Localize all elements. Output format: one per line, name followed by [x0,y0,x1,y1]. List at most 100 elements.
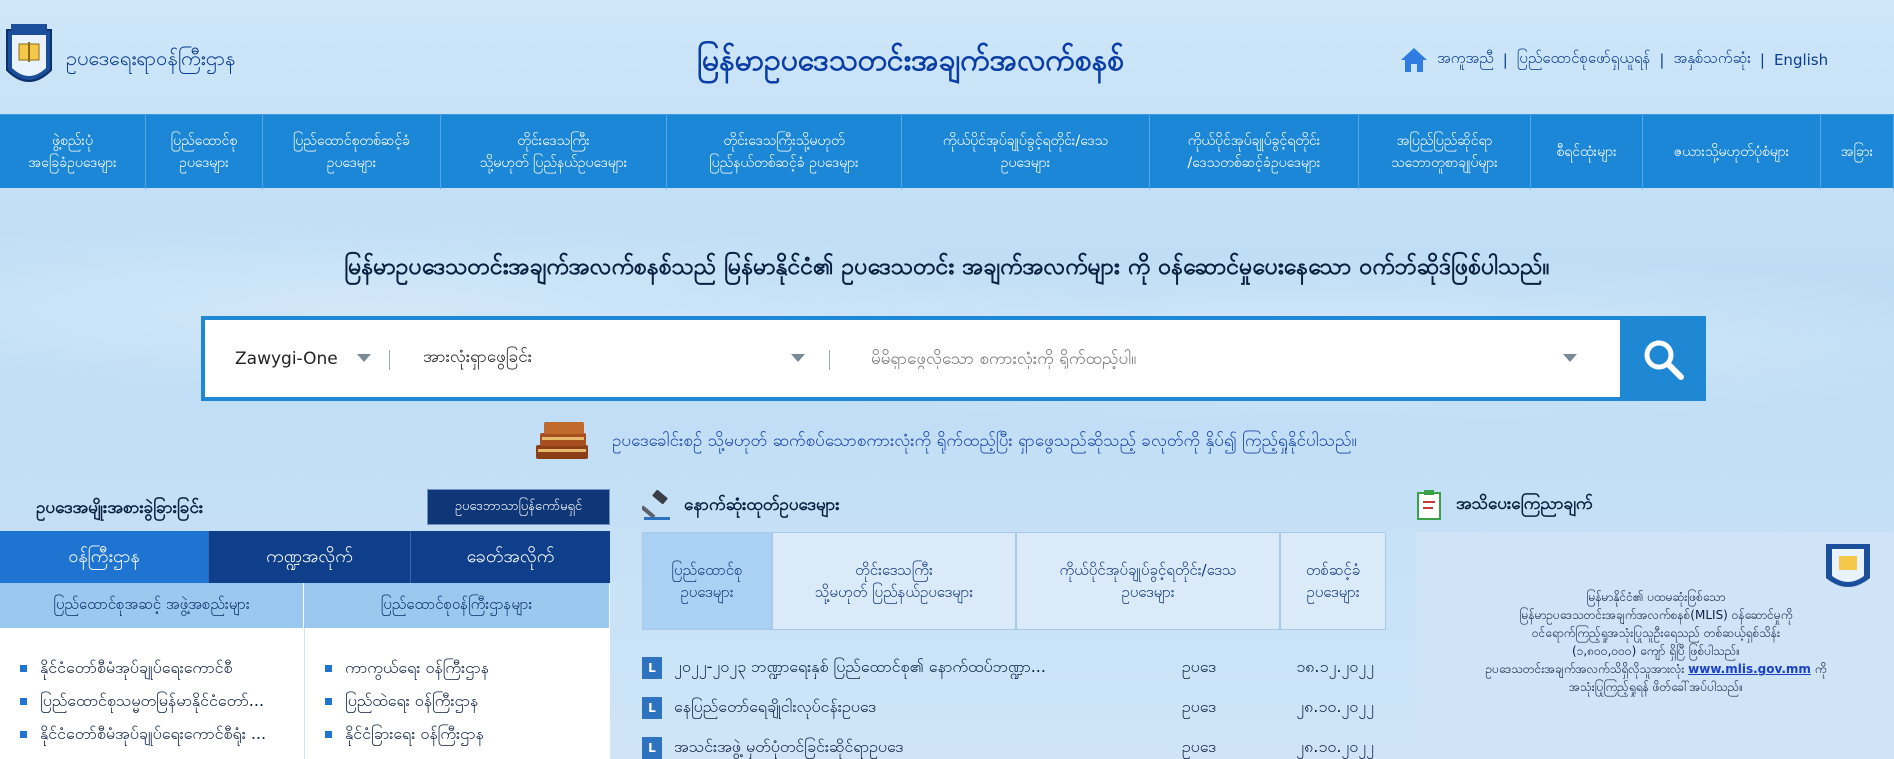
site-name[interactable]: ဥပဒေရေးရာဝန်ကြီးဌာန [66,45,235,75]
divider: | [1659,51,1665,69]
tab-region-laws[interactable]: တိုင်းဒေသကြီး သို့မဟုတ် ပြည်နယ်ဥပဒေများ [772,532,1016,630]
law-type: ဥပဒေ [1181,697,1217,716]
nav-item-label: ပြည်ထောင်စုတစ်ဆင့်ခံ ဥပဒေများ [292,133,411,171]
ministry-logo-icon[interactable] [3,22,55,94]
tab-label: ကိုယ်ပိုင်အုပ်ချုပ်ခွင့်ရတိုင်း/ဒေသ ဥပဒေ… [1059,561,1237,601]
main-nav: ဖွဲ့စည်းပုံ အခြေခံဥပဒေများ ပြည်ထောင်စု ဥ… [0,114,1894,189]
divider [829,350,830,370]
notice-line: မြန်မာဥပဒေသတင်းအချက်အလက်စနစ်(MLIS) ဝန်ဆေ… [1519,608,1793,622]
list-item[interactable]: နိုင်ငံတော်စီမံအုပ်ချုပ်ရေးကောင်စီရုံး .… [20,718,304,751]
list-item[interactable]: ပြည်ထောင်စုသမ္မတမြန်မာနိုင်ငံတော်... [20,685,304,718]
union-level-list: နိုင်ငံတော်စီမံအုပ်ချုပ်ရေးကောင်စီ ပြည်ထ… [0,628,305,759]
law-document-icon: L [642,697,662,719]
mlis-link[interactable]: www.mlis.gov.mm [1688,662,1811,676]
category-lists: နိုင်ငံတော်စီမံအုပ်ချုပ်ရေးကောင်စီ ပြည်ထ… [0,628,610,759]
list-item-label: ပြည်ထဲရေး ဝန်ကြီးဌာန [345,690,479,710]
site-header: ဥပဒေရေးရာဝန်ကြီးဌာန မြန်မာဥပဒေသတင်းအချက်… [0,0,1894,114]
chevron-down-icon [357,354,371,362]
nav-item[interactable]: တိုင်းဒေသကြီးသို့မဟုတ် ပြည်နယ်တစ်ဆင့်ခံ … [667,115,902,189]
translation-commission-button[interactable]: ဥပဒေဘာသာပြန်ကော်မရှင် [427,489,610,525]
tab-self-admin-laws[interactable]: ကိုယ်ပိုင်အုပ်ချုပ်ခွင့်ရတိုင်း/ဒေသ ဥပဒေ… [1016,532,1280,630]
notepad-icon [1417,490,1441,520]
nav-item-label: အပြည်ပြည်ဆိုင်ရာ သဘောတူစာချုပ်များ [1391,133,1498,171]
nav-item[interactable]: ဖွဲ့စည်းပုံ အခြေခံဥပဒေများ [0,115,146,189]
latest-laws-list: L ၂၀၂၂-၂၀၂၃ ဘဏ္ဍာရေးနှစ် ပြည်ထောင်စု၏ နေ… [642,648,1386,759]
table-row[interactable]: L ၂၀၂၂-၂၀၂၃ ဘဏ္ဍာရေးနှစ် ပြည်ထောင်စု၏ နေ… [642,648,1386,688]
scope-select[interactable]: အားလုံးရှာဖွေခြင်း [389,320,830,397]
help-link[interactable]: အကူအညီ [1437,49,1494,71]
law-title[interactable]: နေပြည်တော်ရေချိုငါးလုပ်ငန်းဥပဒေ [674,696,1124,720]
list-item[interactable]: နိုင်ငံတော်စီမံအုပ်ချုပ်ရေးကောင်စီ [20,652,304,685]
table-row[interactable]: L အသင်းအဖွဲ့ မှတ်ပုံတင်ခြင်းဆိုင်ရာဥပဒေ … [642,728,1386,759]
site-tagline: မြန်မာဥပဒေသတင်းအချက်အလက်စနစ်သည် မြန်မာနိ… [344,254,1550,280]
nav-item[interactable]: ပြည်ထောင်စု ဥပဒေများ [146,115,263,189]
nav-item[interactable]: ဇယားသို့မဟုတ်ပုံစံများ [1643,115,1821,189]
bullet-icon [325,698,332,705]
latest-laws-tabs: ပြည်ထောင်စု ဥပဒေများ တိုင်းဒေသကြီး သို့မ… [642,532,1386,630]
nav-item-label: ဇယားသို့မဟုတ်ပုံစံများ [1673,144,1790,160]
law-type: ဥပဒေ [1181,657,1217,676]
bullet-icon [325,665,332,672]
list-item-label: ပြည်ထောင်စုသမ္မတမြန်မာနိုင်ငံတော်... [40,690,265,710]
latest-laws-heading: နောက်ဆုံးထုတ်ဥပဒေများ [642,490,840,522]
home-icon[interactable] [1399,46,1429,74]
nav-item-label: စီရင်ထုံးများ [1556,144,1617,160]
tab-ministry[interactable]: ဝန်ကြီးဌာန [0,531,208,583]
list-item-label: နိုင်ငံတော်စီမံအုပ်ချုပ်ရေးကောင်စီ [40,657,233,677]
list-item[interactable]: ပြည်ထဲရေး ဝန်ကြီးဌာန [325,685,610,718]
nav-item-label: ပြည်ထောင်စု ဥပဒေများ [170,133,238,171]
chevron-down-icon[interactable] [1563,354,1577,362]
nav-item[interactable]: စီရင်ထုံးများ [1531,115,1643,189]
notice-link-suffix: ကို [1814,662,1827,676]
announcement-panel: မြန်မာနိုင်ငံ၏ ပထမဆုံးဖြစ်သော မြန်မာဥပဒေ… [1416,532,1894,759]
law-title[interactable]: ၂၀၂၂-၂၀၂၃ ဘဏ္ဍာရေးနှစ် ပြည်ထောင်စု၏ နောက… [674,656,1124,680]
page-title: မြန်မာဥပဒေသတင်းအချက်အလက်စနစ် [697,43,1124,78]
nav-item-label: ကိုယ်ပိုင်အုပ်ချုပ်ခွင့်ရတိုင်း/ဒေသ ဥပဒေ… [942,133,1109,171]
language-link[interactable]: English [1774,51,1828,69]
font-select-value: Zawygi-One [235,348,338,369]
law-title[interactable]: အသင်းအဖွဲ့ မှတ်ပုံတင်ခြင်းဆိုင်ရာဥပဒေ [674,736,1124,759]
law-date: ၁၈.၁၂.၂၀၂၂ [1296,657,1374,676]
tab-label: တစ်ဆင့်ခံ ဥပဒေများ [1305,561,1361,601]
tab-union-laws[interactable]: ပြည်ထောင်စု ဥပဒေများ [642,532,772,630]
list-item[interactable]: နိုင်ငံခြားရေး ဝန်ကြီးဌာန [325,718,610,751]
announcement-title: အသိပေးကြေညာချက် [1456,493,1593,514]
nav-item[interactable]: ပြည်ထောင်စုတစ်ဆင့်ခံ ဥပဒေများ [263,115,441,189]
table-row[interactable]: L နေပြည်တော်ရေချိုငါးလုပ်ငန်းဥပဒေ ဥပဒေ ၂… [642,688,1386,728]
divider: | [1502,51,1508,69]
nav-item[interactable]: အခြား [1821,115,1894,189]
nav-item-label: ကိုယ်ပိုင်အုပ်ချုပ်ခွင့်ရတိုင်း /ဒေသတစ်ဆ… [1187,133,1321,171]
bullet-icon [20,698,27,705]
font-select[interactable]: Zawygi-One [205,320,390,397]
nav-item[interactable]: တိုင်းဒေသကြီး သို့မဟုတ် ပြည်နယ်ဥပဒေများ [441,115,667,189]
nav-item[interactable]: ကိုယ်ပိုင်အုပ်ချုပ်ခွင့်ရတိုင်း/ဒေသ ဥပဒေ… [902,115,1150,189]
announcement-heading: အသိပေးကြေညာချက် [1416,490,1593,520]
tab-era[interactable]: ခေတ်အလိုက် [410,531,610,583]
nav-item[interactable]: ကိုယ်ပိုင်အုပ်ချုပ်ခွင့်ရတိုင်း /ဒေသတစ်ဆ… [1150,115,1359,189]
notice-line: ဝင်ရောက်ကြည့်ရှုအသုံးပြုသူဦးရေသည် တစ်ဆယ့… [1531,626,1781,640]
search-icon [1644,340,1684,380]
search-input[interactable] [871,348,1551,369]
nav-item[interactable]: အပြည်ပြည်ဆိုင်ရာ သဘောတူစာချုပ်များ [1359,115,1531,189]
list-item[interactable]: ကာကွယ်ရေး ဝန်ကြီးဌာန [325,652,610,685]
law-date: ၂၈.၁၀.၂၀၂၂ [1296,737,1374,756]
search-button[interactable] [1620,316,1706,401]
announcement-text: မြန်မာနိုင်ငံ၏ ပထမဆုံးဖြစ်သော မြန်မာဥပဒေ… [1436,588,1876,696]
union-ministries-header[interactable]: ပြည်ထောင်စုဝန်ကြီးဌာနများ [304,583,610,628]
feedback-link[interactable]: ပြည်ထောင်စုဖော်ရှယူရန် [1517,49,1651,71]
chevron-down-icon [791,354,805,362]
bullet-icon [20,731,27,738]
favorites-link[interactable]: အနှစ်သက်ဆုံး [1673,49,1750,71]
nav-item-label: ဖွဲ့စည်းပုံ အခြေခံဥပဒေများ [28,133,117,171]
nav-item-label: တိုင်းဒေသကြီးသို့မဟုတ် ပြည်နယ်တစ်ဆင့်ခံ … [709,133,859,171]
union-level-header[interactable]: ပြည်ထောင်စုအဆင့် အဖွဲ့အစည်းများ [0,583,304,628]
law-date: ၂၈.၁၀.၂၀၂၂ [1296,697,1374,716]
list-item-label: နိုင်ငံခြားရေး ဝန်ကြီးဌာန [345,723,484,743]
nav-item-label: တိုင်းဒေသကြီး သို့မဟုတ် ပြည်နယ်ဥပဒေများ [479,133,628,171]
books-icon [536,422,588,459]
tab-sector[interactable]: ကဏ္ဍအလိုက် [208,531,410,583]
tab-label: ပြည်ထောင်စု ဥပဒေများ [671,561,743,601]
tab-delegated-laws[interactable]: တစ်ဆင့်ခံ ဥပဒေများ [1280,532,1386,630]
hint-text: ဥပဒေခေါင်းစဉ် သို့မဟုတ် ဆက်စပ်သောစကားလုံ… [612,430,1357,451]
notice-line: ဥပဒေသတင်းအချက်အလက်သိရှိလိုသူအားလုံး www.… [1436,660,1876,678]
